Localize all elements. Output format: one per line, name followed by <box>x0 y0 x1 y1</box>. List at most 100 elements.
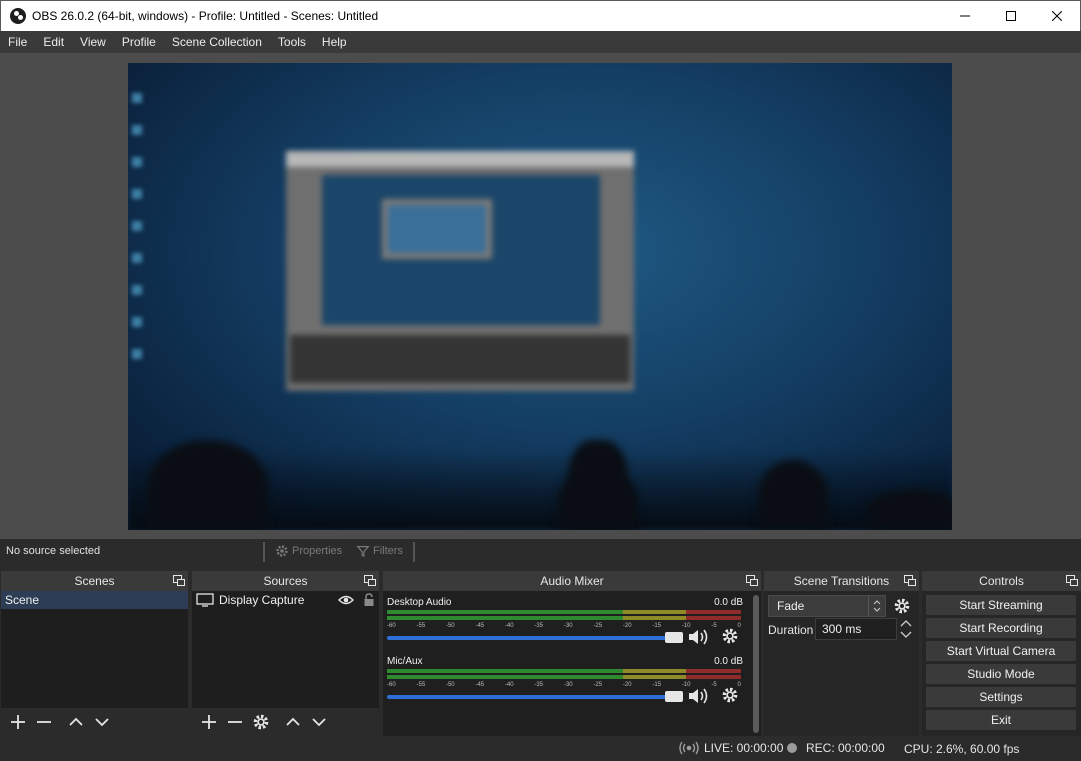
studio-mode-button[interactable]: Studio Mode <box>926 664 1076 684</box>
channel-level: 0.0 dB <box>714 597 743 608</box>
close-icon <box>1052 11 1062 21</box>
plus-icon <box>202 715 216 729</box>
minus-icon <box>37 721 51 723</box>
minus-icon <box>228 721 242 723</box>
controls-title: Controls <box>979 574 1024 588</box>
desktop-icons <box>132 93 146 393</box>
channel-name: Mic/Aux <box>387 656 423 667</box>
scenes-dock: Scenes Scene <box>1 571 188 736</box>
volume-slider-handle[interactable] <box>665 632 683 643</box>
broadcast-icon <box>679 741 699 755</box>
scene-item[interactable]: Scene <box>1 591 188 609</box>
transitions-dock-header: Scene Transitions <box>764 571 919 591</box>
move-source-down-button[interactable] <box>308 711 330 733</box>
rec-status: REC: 00:00:00 <box>787 741 885 755</box>
menu-view[interactable]: View <box>72 31 114 53</box>
start-recording-button[interactable]: Start Recording <box>926 618 1076 638</box>
preview-area <box>0 53 1081 539</box>
duration-spinner[interactable] <box>899 618 913 640</box>
source-status: No source selected <box>6 545 101 557</box>
audio-mixer-dock: Audio Mixer Desktop Audio 0.0 dB -60 -55-… <box>383 571 761 736</box>
menu-scene-collection[interactable]: Scene Collection <box>164 31 270 53</box>
scene-transitions-dock: Scene Transitions Fade Duration 300 ms <box>764 571 919 736</box>
transitions-title: Scene Transitions <box>793 574 890 588</box>
settings-button[interactable]: Settings <box>926 687 1076 707</box>
volume-meter <box>387 616 741 620</box>
lock-icon[interactable] <box>363 593 375 607</box>
volume-slider-track[interactable] <box>387 636 683 640</box>
move-scene-up-button[interactable] <box>65 711 87 733</box>
mixer-dock-header: Audio Mixer <box>383 571 761 591</box>
source-properties-button[interactable] <box>250 711 272 733</box>
maximize-icon <box>1006 11 1016 21</box>
properties-label: Properties <box>292 545 343 557</box>
close-button[interactable] <box>1034 1 1080 31</box>
undock-icon[interactable] <box>364 575 376 586</box>
chevron-updown-icon <box>873 600 880 612</box>
gear-icon[interactable] <box>721 627 739 645</box>
undock-icon[interactable] <box>1066 575 1078 586</box>
toolbar-separator <box>263 542 265 562</box>
chevron-up-icon <box>286 717 300 726</box>
add-scene-button[interactable] <box>7 711 29 733</box>
scenes-title: Scenes <box>74 574 115 588</box>
menu-help[interactable]: Help <box>314 31 355 53</box>
transition-select-arrows[interactable] <box>868 596 884 616</box>
controls-dock: Controls Start Streaming Start Recording… <box>922 571 1081 736</box>
minimize-button[interactable] <box>942 1 988 31</box>
window-title: OBS 26.0.2 (64-bit, windows) - Profile: … <box>32 9 379 23</box>
filter-icon <box>356 546 370 558</box>
preview-canvas[interactable] <box>128 63 952 530</box>
filters-label: Filters <box>373 545 403 557</box>
live-status: LIVE: 00:00:00 <box>678 741 783 755</box>
chevron-down-icon[interactable] <box>899 630 913 640</box>
channel-name: Desktop Audio <box>387 597 452 608</box>
exit-button[interactable]: Exit <box>926 710 1076 730</box>
properties-button[interactable]: Properties <box>275 544 342 558</box>
title-bar: OBS 26.0.2 (64-bit, windows) - Profile: … <box>0 0 1081 31</box>
volume-meter <box>387 669 741 673</box>
remove-scene-button[interactable] <box>33 711 55 733</box>
gear-icon[interactable] <box>893 597 911 615</box>
undock-icon[interactable] <box>904 575 916 586</box>
source-toolbar: No source selected Properties Filters <box>0 539 1081 565</box>
volume-meter <box>387 610 741 614</box>
move-source-up-button[interactable] <box>282 711 304 733</box>
duration-label: Duration <box>768 623 814 637</box>
move-scene-down-button[interactable] <box>91 711 113 733</box>
speaker-icon[interactable] <box>687 687 711 705</box>
scenes-toolbar <box>1 708 188 736</box>
mixer-channel-desktop-audio: Desktop Audio 0.0 dB -60 -55 -50 -45 -40 -35-… <box>387 593 743 653</box>
mixer-channel-mic-aux: Mic/Aux 0.0 dB -60 -55 -50 -45 -40 -35 -30 -25-… <box>387 652 743 712</box>
plus-icon <box>11 715 25 729</box>
gear-icon <box>253 714 269 730</box>
status-bar: LIVE: 00:00:00 REC: 00:00:00 CPU: 2.6%, … <box>0 737 1081 761</box>
volume-slider-handle[interactable] <box>665 691 683 702</box>
gear-icon[interactable] <box>721 686 739 704</box>
chevron-up-icon[interactable] <box>899 618 913 628</box>
sources-list: Display Capture <box>192 591 379 736</box>
minimize-icon <box>960 15 970 17</box>
start-streaming-button[interactable]: Start Streaming <box>926 595 1076 615</box>
speaker-icon[interactable] <box>687 628 711 646</box>
rec-time: REC: 00:00:00 <box>806 741 885 755</box>
start-virtual-camera-button[interactable]: Start Virtual Camera <box>926 641 1076 661</box>
menu-tools[interactable]: Tools <box>270 31 314 53</box>
duration-input[interactable]: 300 ms <box>815 618 897 640</box>
source-item[interactable]: Display Capture <box>192 591 379 609</box>
volume-slider-track[interactable] <box>387 695 683 699</box>
visibility-eye-icon[interactable] <box>338 594 354 606</box>
menu-profile[interactable]: Profile <box>114 31 164 53</box>
undock-icon[interactable] <box>746 575 758 586</box>
cpu-status: CPU: 2.6%, 60.00 fps <box>904 742 1020 756</box>
filters-button[interactable]: Filters <box>356 544 403 558</box>
maximize-button[interactable] <box>988 1 1034 31</box>
remove-source-button[interactable] <box>224 711 246 733</box>
menu-file[interactable]: File <box>0 31 35 53</box>
sources-dock: Sources Display Capture <box>192 571 379 736</box>
captured-window <box>286 151 634 391</box>
menu-edit[interactable]: Edit <box>35 31 72 53</box>
mixer-scrollbar[interactable] <box>753 595 759 733</box>
add-source-button[interactable] <box>198 711 220 733</box>
undock-icon[interactable] <box>173 575 185 586</box>
